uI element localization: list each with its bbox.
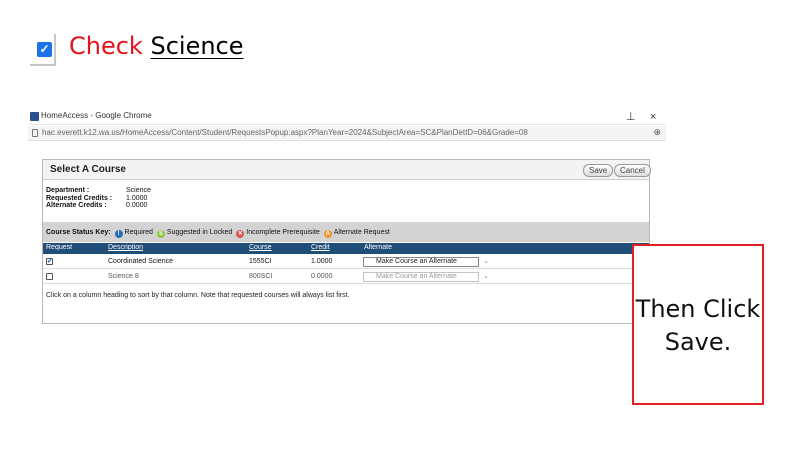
alternate-select[interactable]: Make Course an Alternate: [363, 272, 479, 282]
column-request: Request: [46, 244, 73, 251]
page-title: Check Science: [69, 31, 244, 61]
select-course-dialog: Select A Course Save Cancel Department :…: [42, 159, 651, 324]
zoom-icon[interactable]: ⊕: [653, 127, 661, 138]
status-key-bar: Course Status Key: ! Required S Suggested …: [43, 222, 649, 242]
heading-science-word: Science: [150, 32, 244, 60]
sort-footnote: Click on a column heading to sort by tha…: [46, 292, 350, 299]
table-header: Request Description Course Credit Altern…: [43, 243, 649, 254]
dialog-title: Select A Course: [50, 164, 126, 175]
window-titlebar: HomeAccess - Google Chrome ⊥ ×: [28, 109, 666, 125]
window-title: HomeAccess - Google Chrome: [41, 111, 152, 120]
suggested-status-icon: S: [156, 230, 165, 238]
minimize-icon[interactable]: ⊥: [626, 109, 636, 125]
app-favicon-icon: [30, 112, 39, 121]
checked-checkbox-icon: ✓: [37, 42, 52, 57]
column-credit[interactable]: Credit: [311, 244, 330, 251]
cancel-button[interactable]: Cancel: [614, 164, 651, 177]
department-value: Science: [126, 187, 151, 194]
url-text[interactable]: hac.everett.k12.wa.us/HomeAccess/Content…: [42, 128, 528, 137]
column-alternate: Alternate: [364, 244, 393, 251]
chevron-down-icon[interactable]: ⌄: [483, 272, 489, 280]
request-checkbox[interactable]: [46, 273, 53, 280]
callout-text: Then Click Save.: [635, 295, 761, 356]
table-row: ✓ Coordinated Science 1555CI 1.0000 Make…: [43, 255, 649, 269]
instruction-callout: Then Click Save.: [632, 244, 764, 405]
alternate-credits-label: Alternate Credits :: [46, 202, 107, 209]
key-alternate: Alternate Request: [333, 229, 390, 236]
course-credit: 0.0000: [311, 273, 333, 280]
close-icon[interactable]: ×: [650, 109, 656, 125]
dialog-header: Select A Course Save Cancel: [43, 160, 651, 180]
status-key-label: Course Status Key:: [46, 229, 111, 236]
lock-icon: [32, 129, 38, 137]
alternate-credits-value: 0.0000: [126, 202, 148, 209]
course-code: 1555CI: [249, 258, 272, 265]
course-credit: 1.0000: [311, 258, 333, 265]
requested-credits-label: Requested Credits :: [46, 194, 113, 202]
course-code: 800SCI: [249, 273, 273, 280]
incomplete-status-icon: ✕: [236, 230, 245, 238]
column-course[interactable]: Course: [249, 244, 272, 251]
course-description: Coordinated Science: [108, 258, 173, 265]
course-description: Science 8: [108, 273, 139, 280]
chevron-down-icon[interactable]: ⌄: [483, 257, 489, 265]
department-label: Department :: [46, 187, 90, 194]
request-checkbox[interactable]: ✓: [46, 258, 53, 265]
requested-credits-value: 1.0000: [126, 194, 148, 202]
column-description[interactable]: Description: [108, 244, 143, 251]
course-info: Department : Science Requested Credits : 1…: [46, 187, 151, 210]
table-row: Science 8 800SCI 0.0000 Make Course an A…: [43, 270, 649, 284]
key-suggested: Suggested in Locked: [166, 229, 233, 236]
key-required: Required: [124, 229, 153, 236]
save-button[interactable]: Save: [583, 164, 614, 177]
browser-window: HomeAccess - Google Chrome ⊥ × hac.evere…: [28, 109, 666, 341]
address-bar[interactable]: hac.everett.k12.wa.us/HomeAccess/Content…: [28, 126, 666, 141]
alternate-select[interactable]: Make Course an Alternate: [363, 257, 479, 267]
checkbox-frame: ✓: [30, 34, 56, 66]
heading-check-word: Check: [69, 32, 143, 60]
key-incomplete: Incomplete Prerequisite: [246, 229, 320, 236]
required-status-icon: !: [114, 230, 123, 238]
alternate-status-icon: A: [323, 230, 332, 238]
